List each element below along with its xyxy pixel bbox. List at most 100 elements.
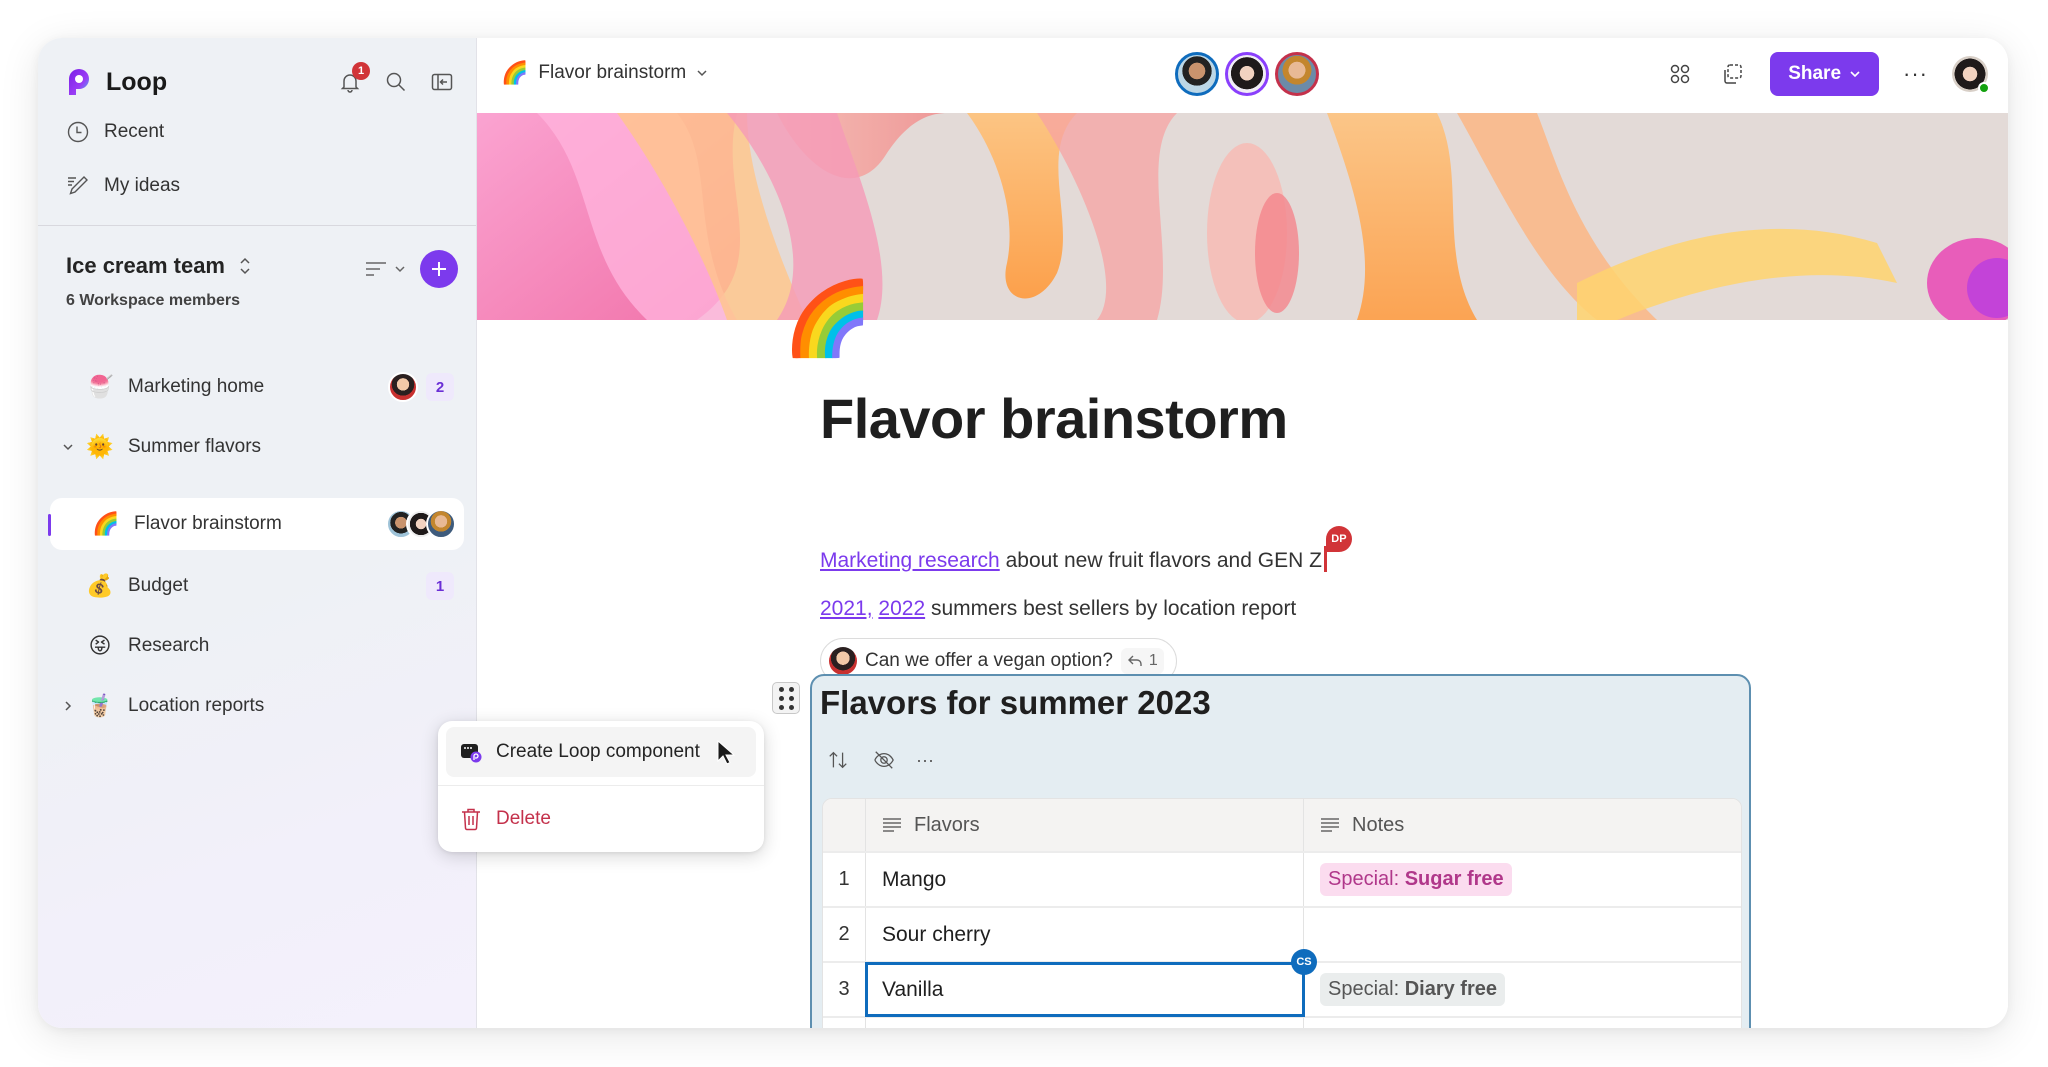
nav-recent-label: Recent — [104, 121, 165, 142]
chevron-down-icon — [395, 266, 405, 273]
nav-recent[interactable]: Recent — [66, 120, 164, 144]
chevron-down-icon — [697, 70, 707, 77]
avatar — [426, 509, 456, 539]
sort-menu-button[interactable] — [364, 259, 406, 279]
block-context-menu: Create Loop component Delete — [438, 721, 764, 852]
sidebar-divider — [38, 225, 476, 226]
tree-item-marketing-home[interactable]: 🍧 Marketing home 2 — [50, 361, 464, 413]
menu-item-delete[interactable]: Delete — [446, 794, 756, 844]
menu-item-create-loop-component[interactable]: Create Loop component — [446, 727, 756, 777]
current-user-avatar[interactable] — [1952, 56, 1990, 94]
flavor-cell-selected[interactable]: Vanilla CS — [865, 949, 1317, 1017]
tree-item-label: Marketing home — [128, 376, 265, 397]
sort-button[interactable] — [824, 746, 852, 774]
reply-count[interactable]: 1 — [1120, 648, 1164, 674]
rainbow-icon: 🌈 — [92, 511, 120, 536]
table-toolbar: ··· — [824, 746, 934, 774]
collapse-sidebar-button[interactable] — [428, 68, 456, 96]
tree-item-summer-flavors[interactable]: 🌞 Summer flavors — [50, 421, 464, 473]
column-header-notes[interactable]: Notes — [1304, 799, 1741, 851]
list-sort-icon — [366, 262, 386, 276]
tree-item-label: Summer flavors — [128, 436, 262, 457]
document-title-menu[interactable]: 🌈 Flavor brainstorm — [501, 60, 708, 86]
avatar-stack — [388, 372, 418, 402]
tree-item-budget[interactable]: 💰 Budget 1 — [50, 560, 464, 612]
copy-select-icon — [1724, 64, 1742, 84]
active-indicator — [48, 514, 51, 536]
money-bag-icon: 💰 — [86, 573, 114, 598]
flavor-cell[interactable]: Sour cherry — [866, 908, 1304, 961]
tree-item-location-reports[interactable]: 🧋 Location reports — [50, 680, 464, 732]
report-2022-link[interactable]: 2022 — [878, 597, 925, 620]
expand-toggle[interactable] — [58, 700, 78, 712]
expand-toggle[interactable] — [58, 441, 78, 453]
search-icon — [386, 72, 406, 92]
page-title[interactable]: Flavor brainstorm — [820, 386, 1288, 451]
app-header: Loop 1 — [66, 62, 456, 102]
search-button[interactable] — [382, 68, 410, 96]
tongue-face-icon: 😝 — [88, 633, 112, 658]
cover-image — [477, 113, 2008, 320]
bubble-tea-icon: 🧋 — [86, 693, 114, 718]
loop-table-component[interactable]: Flavors for summer 2023 ··· Flavors Note… — [810, 674, 1751, 1028]
block-drag-handle[interactable] — [772, 682, 800, 714]
tree-item-label: Flavor brainstorm — [134, 513, 282, 534]
tree-item-research[interactable]: 😝 Research — [50, 620, 464, 672]
pen-lines-icon — [68, 176, 88, 195]
component-title[interactable]: Flavors for summer 2023 — [820, 684, 1211, 722]
notifications-button[interactable]: 1 — [336, 62, 370, 96]
tree-item-label: Budget — [128, 575, 189, 596]
collaborator-avatar[interactable] — [1225, 52, 1269, 96]
add-page-button[interactable] — [420, 250, 458, 288]
plus-icon — [432, 262, 446, 276]
workspace-members-count: 6 Workspace members — [66, 292, 241, 309]
top-bar: 🌈 Flavor brainstorm Share ··· — [477, 38, 2008, 113]
flavor-cell[interactable]: Mango — [866, 853, 1304, 906]
rainbow-icon: 🌈 — [501, 60, 529, 85]
notes-cell[interactable]: Special: Sugar free — [1304, 853, 1741, 906]
apps-icon — [1670, 64, 1690, 84]
paragraph-reports[interactable]: 2021, 2022 summers best sellers by locat… — [820, 597, 1296, 621]
workspace-switcher[interactable]: Ice cream team — [66, 253, 253, 279]
sun-face-icon: 🌞 — [86, 434, 114, 459]
cursor-initials: DP — [1325, 526, 1352, 552]
sidebar-collapse-icon — [431, 73, 453, 91]
notes-cell[interactable]: Special: Diary free — [1304, 963, 1741, 1016]
nav-my-ideas[interactable]: My ideas — [66, 174, 180, 198]
reply-icon — [1127, 655, 1142, 666]
copy-component-button[interactable] — [1718, 60, 1746, 88]
column-header-flavors[interactable]: Flavors — [866, 799, 1304, 851]
paragraph-marketing[interactable]: Marketing research about new fruit flavo… — [820, 526, 1352, 573]
unread-count-badge: 2 — [426, 373, 454, 401]
row-number: 2 — [823, 908, 866, 961]
trash-icon — [462, 808, 480, 831]
chevron-right-icon — [65, 701, 72, 711]
menu-item-label: Create Loop component — [496, 741, 700, 762]
flavors-table: Flavors Notes 1 Mango Special: Sugar fre… — [822, 798, 1742, 1028]
notes-cell[interactable] — [1304, 908, 1741, 961]
clock-icon — [67, 121, 89, 143]
paragraph-text: about new fruit flavors and GEN Z — [999, 549, 1322, 572]
loop-component-icon — [461, 744, 482, 763]
more-options-button[interactable]: ··· — [1903, 61, 1928, 87]
avatar — [388, 372, 418, 402]
page-icon[interactable]: 🌈 — [783, 283, 873, 355]
menu-divider — [438, 785, 764, 786]
collaborator-avatar[interactable] — [1275, 52, 1319, 96]
commenter-avatar — [829, 647, 857, 675]
components-button[interactable] — [1666, 60, 1694, 88]
share-button[interactable]: Share — [1770, 52, 1880, 96]
tree-item-label: Location reports — [128, 695, 265, 716]
collaborator-avatar[interactable] — [1175, 52, 1219, 96]
marketing-research-link[interactable]: Marketing research — [820, 549, 1000, 572]
text-column-icon — [883, 818, 901, 832]
table-more-button[interactable]: ··· — [916, 750, 934, 771]
shaved-ice-icon: 🍧 — [86, 374, 114, 399]
sidebar: Loop 1 Recent My ideas Ice cream team 6 … — [38, 38, 477, 1028]
report-2021-link[interactable]: 2021, — [820, 597, 873, 620]
text-column-icon — [1321, 818, 1339, 832]
abstract-cover-art — [477, 113, 2008, 320]
tree-item-flavor-brainstorm[interactable]: 🌈 Flavor brainstorm — [48, 498, 464, 550]
hide-columns-button[interactable] — [870, 746, 898, 774]
table-row: 3 Vanilla CS Special: Diary free — [823, 949, 1741, 1018]
